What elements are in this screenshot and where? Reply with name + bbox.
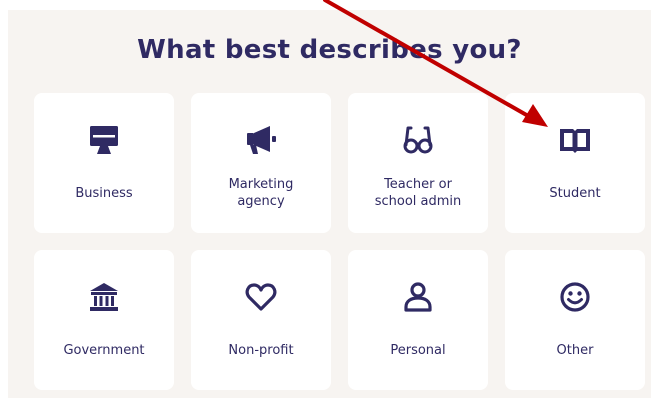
option-card-teacher-or-school-admin[interactable]: Teacher or school admin xyxy=(348,93,488,233)
option-label: Other xyxy=(556,342,594,358)
option-card-student[interactable]: Student xyxy=(505,93,645,233)
megaphone-icon xyxy=(244,123,278,157)
option-card-personal[interactable]: Personal xyxy=(348,250,488,390)
glasses-icon xyxy=(401,123,435,157)
bank-building-icon xyxy=(87,280,121,314)
option-card-non-profit[interactable]: Non-profit xyxy=(191,250,331,390)
open-book-icon xyxy=(558,123,592,157)
monitor-icon xyxy=(87,123,121,157)
option-label: Personal xyxy=(390,342,446,358)
option-label: Non-profit xyxy=(228,342,294,358)
option-label: Student xyxy=(549,185,601,201)
option-label: Marketing agency xyxy=(228,177,294,209)
smiley-face-icon xyxy=(558,280,592,314)
heart-icon xyxy=(244,280,278,314)
selection-panel: What best describes you? Business Market… xyxy=(8,10,651,398)
option-label: Teacher or school admin xyxy=(374,177,462,209)
person-icon xyxy=(401,280,435,314)
option-card-business[interactable]: Business xyxy=(34,93,174,233)
option-card-other[interactable]: Other xyxy=(505,250,645,390)
page-title: What best describes you? xyxy=(137,35,522,65)
option-card-government[interactable]: Government xyxy=(34,250,174,390)
option-label: Business xyxy=(75,185,133,201)
option-card-marketing-agency[interactable]: Marketing agency xyxy=(191,93,331,233)
option-label: Government xyxy=(63,342,145,358)
